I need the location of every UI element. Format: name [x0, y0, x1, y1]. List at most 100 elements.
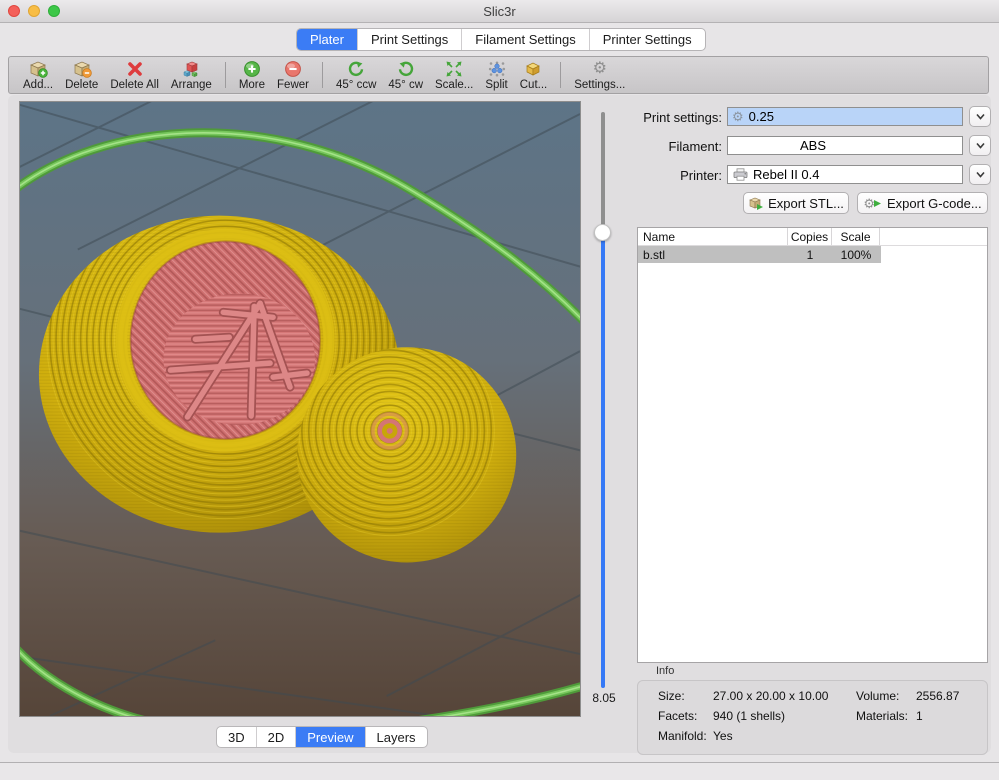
volume-value: 2556.87: [916, 689, 959, 703]
toolbar-label: 45° ccw: [336, 79, 376, 91]
print-settings-dropdown-button[interactable]: [969, 106, 991, 127]
gear-icon: ⚙: [593, 60, 607, 78]
cell-copies: 1: [788, 246, 832, 263]
window-title: Slic3r: [0, 4, 999, 19]
layer-height-value: 8.05: [585, 691, 623, 705]
info-panel: Size: 27.00 x 20.00 x 10.00 Volume: 2556…: [637, 680, 988, 755]
view-tab-preview[interactable]: Preview: [296, 727, 365, 747]
facets-value: 940 (1 shells): [713, 709, 785, 723]
volume-label: Volume:: [856, 689, 899, 703]
toolbar-separator: [560, 62, 561, 88]
materials-value: 1: [916, 709, 923, 723]
chevron-down-icon: [975, 171, 986, 178]
chevron-down-icon: [975, 113, 986, 120]
layer-slider-thumb[interactable]: [594, 224, 611, 241]
tab-filament-settings[interactable]: Filament Settings: [462, 29, 589, 50]
title-bar: Slic3r: [0, 0, 999, 23]
toolbar-label: Cut...: [520, 79, 547, 91]
column-header-scale[interactable]: Scale: [832, 228, 880, 245]
top-infill-red: [131, 242, 320, 439]
tab-print-settings[interactable]: Print Settings: [358, 29, 462, 50]
red-x-icon: [125, 60, 145, 78]
rotate-ccw-button[interactable]: 45° ccw: [336, 58, 376, 91]
view-mode-tabs: 3D 2D Preview Layers: [216, 726, 428, 748]
toolbar-separator: [322, 62, 323, 88]
toolbar-label: 45° cw: [388, 79, 423, 91]
rotate-ccw-icon: [346, 60, 366, 78]
cubes-icon: [181, 60, 201, 78]
view-tab-3d[interactable]: 3D: [217, 727, 257, 747]
box-minus-icon: [72, 60, 92, 78]
export-stl-label: Export STL...: [768, 196, 844, 211]
view-tab-2d[interactable]: 2D: [257, 727, 297, 747]
table-row[interactable]: b.stl 1 100%: [638, 246, 881, 263]
layer-slider-track-upper[interactable]: [601, 112, 605, 233]
sliced-model-scene: [20, 102, 580, 716]
toolbar-separator: [225, 62, 226, 88]
window-footer: [0, 763, 999, 780]
gold-box-icon: [523, 60, 543, 78]
toolbar-label: More: [239, 79, 265, 91]
size-value: 27.00 x 20.00 x 10.00: [713, 689, 828, 703]
manifold-value: Yes: [713, 729, 733, 743]
view-tab-layers[interactable]: Layers: [366, 727, 427, 747]
filament-dropdown-button[interactable]: [969, 135, 991, 156]
cell-scale: 100%: [832, 246, 880, 263]
manifold-label: Manifold:: [658, 729, 707, 743]
green-plus-icon: [242, 60, 262, 78]
print-settings-label: Print settings:: [620, 110, 722, 125]
more-button[interactable]: More: [239, 58, 265, 91]
column-header-copies[interactable]: Copies: [788, 228, 832, 245]
fewer-button[interactable]: Fewer: [277, 58, 309, 91]
printer-label: Printer:: [620, 168, 722, 183]
rotate-cw-icon: [396, 60, 416, 78]
delete-all-button[interactable]: Delete All: [110, 58, 159, 91]
chevron-down-icon: [975, 142, 986, 149]
cut-button[interactable]: Cut...: [520, 58, 547, 91]
toolbar-label: Arrange: [171, 79, 212, 91]
layer-slider-track-filled[interactable]: [601, 233, 605, 688]
print-settings-combo[interactable]: ⚙ 0.25: [727, 107, 963, 126]
tab-plater[interactable]: Plater: [297, 29, 358, 50]
split-button[interactable]: Split: [485, 58, 507, 91]
3d-preview-viewport[interactable]: [19, 101, 581, 717]
toolbar-label: Add...: [23, 79, 53, 91]
export-gcode-button[interactable]: ⚙ Export G-code...: [857, 192, 988, 214]
add-button[interactable]: Add...: [23, 58, 53, 91]
delete-button[interactable]: Delete: [65, 58, 98, 91]
printer-combo[interactable]: Rebel II 0.4: [727, 165, 963, 184]
cell-name: b.stl: [638, 246, 788, 263]
toolbar-label: Fewer: [277, 79, 309, 91]
filament-combo[interactable]: ABS: [727, 136, 963, 155]
object-list-header: Name Copies Scale: [638, 228, 987, 246]
plater-toolbar: Add... Delete Delete All Arrange: [8, 56, 989, 94]
filament-value: ABS: [728, 138, 826, 153]
red-minus-icon: [283, 60, 303, 78]
toolbar-label: Split: [485, 79, 507, 91]
rotate-cw-button[interactable]: 45° cw: [388, 58, 423, 91]
printer-dropdown-button[interactable]: [969, 164, 991, 185]
export-stl-button[interactable]: Export STL...: [743, 192, 849, 214]
box-export-icon: [748, 196, 763, 210]
gear-icon: ⚙: [732, 110, 744, 123]
scale-arrows-icon: [444, 60, 464, 78]
split-dots-icon: [487, 60, 507, 78]
tab-printer-settings[interactable]: Printer Settings: [590, 29, 705, 50]
materials-label: Materials:: [856, 709, 908, 723]
scale-button[interactable]: Scale...: [435, 58, 473, 91]
toolbar-label: Delete All: [110, 79, 159, 91]
column-header-name[interactable]: Name: [638, 228, 788, 245]
gear-export-icon: ⚙: [863, 197, 882, 210]
object-list-table: Name Copies Scale b.stl 1 100%: [637, 227, 988, 663]
arrange-button[interactable]: Arrange: [171, 58, 212, 91]
toolbar-label: Settings...: [574, 79, 625, 91]
printer-icon: [733, 168, 748, 181]
box-plus-icon: [28, 60, 48, 78]
settings-button[interactable]: ⚙ Settings...: [574, 58, 625, 91]
export-gcode-label: Export G-code...: [887, 196, 982, 211]
size-label: Size:: [658, 689, 685, 703]
toolbar-label: Scale...: [435, 79, 473, 91]
info-section-title: Info: [656, 665, 674, 677]
printer-value: Rebel II 0.4: [753, 167, 820, 182]
facets-label: Facets:: [658, 709, 697, 723]
